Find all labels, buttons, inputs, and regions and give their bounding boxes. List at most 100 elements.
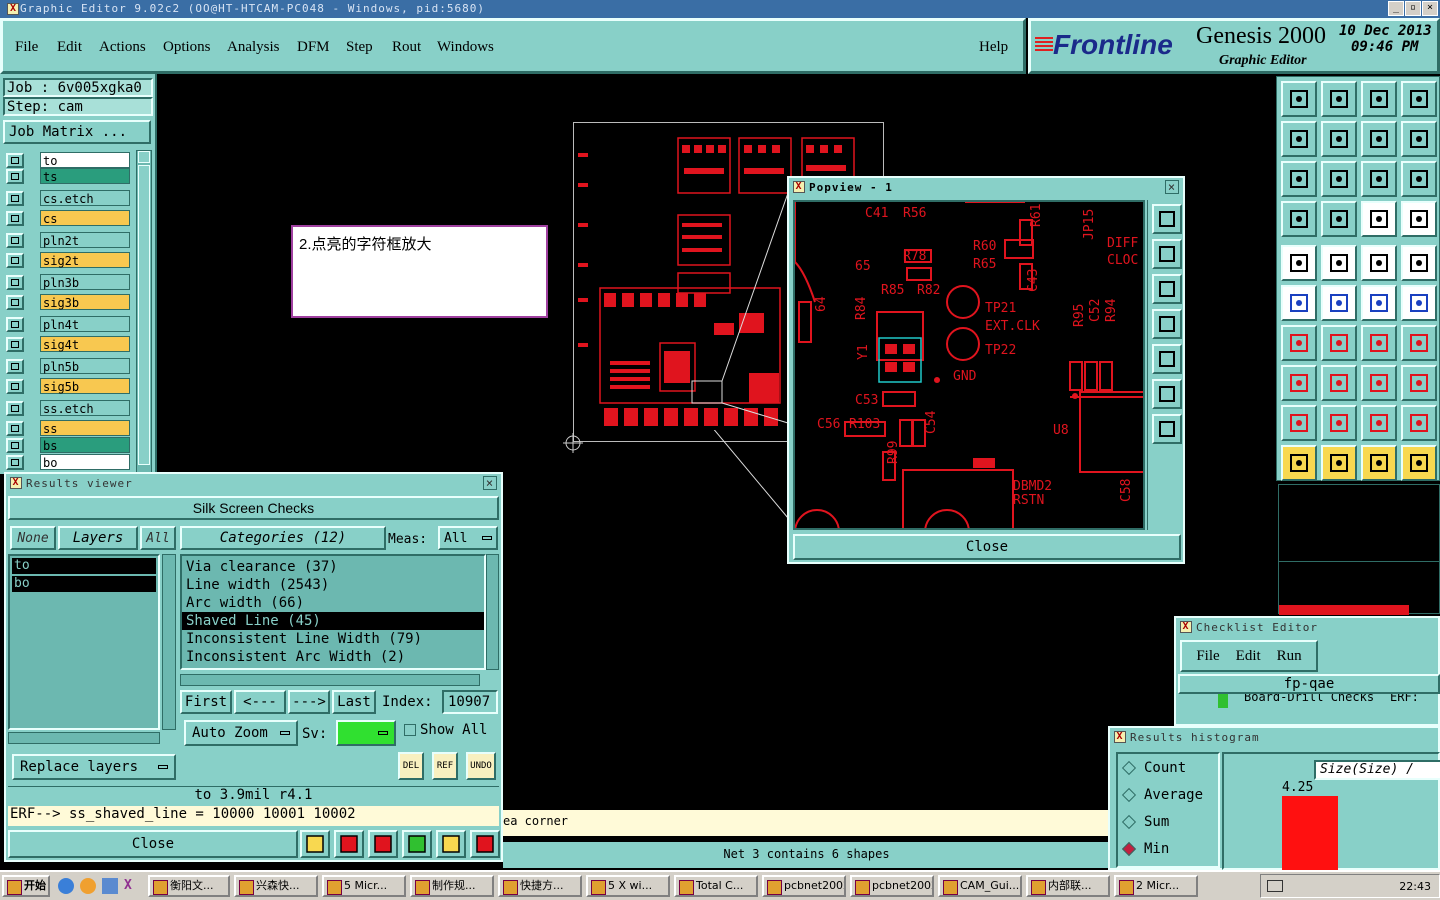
taskbar-item[interactable]: 制作规... <box>410 875 494 897</box>
connect-alt-icon[interactable] <box>1401 285 1437 321</box>
layer-icon[interactable] <box>402 830 432 858</box>
zoom-in-icon[interactable] <box>1152 379 1182 409</box>
layer-row[interactable]: cs.etch <box>6 190 130 207</box>
pointer-alt-icon[interactable] <box>1361 445 1397 481</box>
scale-icon[interactable] <box>1361 161 1397 197</box>
del-button[interactable]: DEL <box>398 752 424 780</box>
category-item[interactable]: Arc width (66) <box>182 594 484 612</box>
layer-row[interactable]: ss.etch <box>6 400 130 417</box>
meas-dropdown[interactable]: All <box>438 526 498 550</box>
popview-canvas[interactable]: C41 R56 R78 R60 R65 R61 JP15 DIFF CLOC 65 R85 R82 TP… <box>793 200 1145 530</box>
measure-icon[interactable] <box>1361 365 1397 401</box>
layer-name[interactable]: sig2t <box>40 252 130 268</box>
settings-icon[interactable] <box>1281 201 1317 237</box>
category-item[interactable]: Line width (2543) <box>182 576 484 594</box>
scroll-up-icon[interactable] <box>138 151 150 163</box>
checklist-menu-file[interactable]: File <box>1196 648 1219 665</box>
move-up-icon[interactable] <box>1281 81 1317 117</box>
layer-checkbox[interactable] <box>6 337 24 352</box>
job-matrix-button[interactable]: Job Matrix ... <box>3 120 151 144</box>
results-close-button[interactable]: Close <box>8 830 298 858</box>
category-item[interactable]: Inconsistent Line Width (79) <box>182 630 484 648</box>
layer-name[interactable]: bo <box>40 454 130 470</box>
zoom-fit-icon[interactable] <box>1152 204 1182 234</box>
layer-result-list[interactable]: to bo <box>8 554 160 730</box>
taskbar-item[interactable]: 内部联... <box>1026 875 1110 897</box>
layer-name[interactable]: sig3b <box>40 294 130 310</box>
cross-icon[interactable] <box>1321 285 1357 321</box>
swap-icon[interactable] <box>1361 121 1397 157</box>
diagonal-icon[interactable] <box>1321 325 1357 361</box>
layer-checkbox[interactable] <box>6 438 24 453</box>
group-icon[interactable] <box>1401 365 1437 401</box>
histogram-option[interactable]: Sum <box>1121 814 1169 830</box>
select-icon[interactable] <box>1281 245 1317 281</box>
pan-up-icon[interactable] <box>1152 239 1182 269</box>
popview-close-icon[interactable]: × <box>1165 180 1179 194</box>
arc-icon[interactable] <box>1361 325 1397 361</box>
browser-icon[interactable] <box>80 878 96 894</box>
layer-row[interactable]: pln5b <box>6 358 130 375</box>
menu-edit[interactable]: Edit <box>57 39 82 56</box>
pan-right-icon[interactable] <box>1152 344 1182 374</box>
help-icon[interactable] <box>1401 161 1437 197</box>
list-item[interactable]: bo <box>12 576 156 592</box>
category-item[interactable]: Via clearance (37) <box>182 558 484 576</box>
circle-icon[interactable] <box>1401 245 1437 281</box>
taskbar-item[interactable]: pcbnet2002 <box>762 875 846 897</box>
layer-row[interactable]: to <box>6 152 130 169</box>
layer-checkbox[interactable] <box>6 275 24 290</box>
none-button[interactable]: None <box>10 526 56 550</box>
layer-row[interactable]: cs <box>6 210 130 227</box>
show-all-checkbox[interactable] <box>404 724 416 736</box>
a-icon[interactable] <box>1361 405 1397 441</box>
layer-name[interactable]: pln5b <box>40 358 130 374</box>
taskbar-item[interactable]: Total C... <box>674 875 758 897</box>
pads-alt-icon[interactable] <box>1401 201 1437 237</box>
chart-icon[interactable] <box>470 830 500 858</box>
snake-icon[interactable] <box>1401 121 1437 157</box>
layer-checkbox[interactable] <box>6 421 24 436</box>
pointer-net-icon[interactable] <box>1401 445 1437 481</box>
layer-name[interactable]: bs <box>40 437 130 453</box>
category-scrollbar[interactable] <box>486 554 499 670</box>
layer-list-hscroll[interactable] <box>8 732 160 744</box>
index-input[interactable]: 10907 <box>442 690 498 714</box>
menu-analysis[interactable]: Analysis <box>227 39 280 56</box>
taskbar-item[interactable]: 衡阳文... <box>148 875 230 897</box>
notes-icon[interactable] <box>436 830 466 858</box>
home-icon[interactable] <box>1361 81 1397 117</box>
layer-checkbox[interactable] <box>6 455 24 470</box>
menu-step[interactable]: Step <box>346 39 373 56</box>
pan-down-icon[interactable] <box>1152 274 1182 304</box>
next-button[interactable]: ---> <box>288 690 330 714</box>
minimize-button[interactable]: _ <box>1388 1 1404 16</box>
layer-row[interactable]: sig3b <box>6 294 130 311</box>
keyboard-icon[interactable] <box>1267 880 1283 892</box>
menu-actions[interactable]: Actions <box>99 39 146 56</box>
histogram-option[interactable]: Min <box>1121 841 1169 857</box>
connect-icon[interactable] <box>1361 285 1397 321</box>
ref-button[interactable]: REF <box>432 752 458 780</box>
center-icon[interactable] <box>1321 161 1357 197</box>
replace-layers-dropdown[interactable]: Replace layers <box>12 754 176 780</box>
layer-row[interactable]: ts <box>6 168 130 185</box>
layer-name[interactable]: pln3b <box>40 274 130 290</box>
layer-row[interactable]: pln3b <box>6 274 130 291</box>
layer-name[interactable]: pln4t <box>40 316 130 332</box>
prev-button[interactable]: <--- <box>234 690 286 714</box>
histogram-option[interactable]: Count <box>1121 760 1186 776</box>
layer-checkbox[interactable] <box>6 253 24 268</box>
layer-row[interactable]: bs <box>6 437 130 454</box>
ie-icon[interactable] <box>58 878 74 894</box>
layer-name[interactable]: sig4t <box>40 336 130 352</box>
layer-name[interactable]: ts <box>40 168 130 184</box>
maximize-button[interactable]: ▫ <box>1405 1 1421 16</box>
window-icon[interactable] <box>1401 81 1437 117</box>
checklist-menu-run[interactable]: Run <box>1277 648 1302 665</box>
scroll-thumb[interactable] <box>138 165 150 465</box>
triangle-alt-icon[interactable] <box>1321 405 1357 441</box>
minus-icon[interactable] <box>1321 365 1357 401</box>
pan-left-icon[interactable] <box>1152 309 1182 339</box>
layer-row[interactable]: ss <box>6 420 130 437</box>
